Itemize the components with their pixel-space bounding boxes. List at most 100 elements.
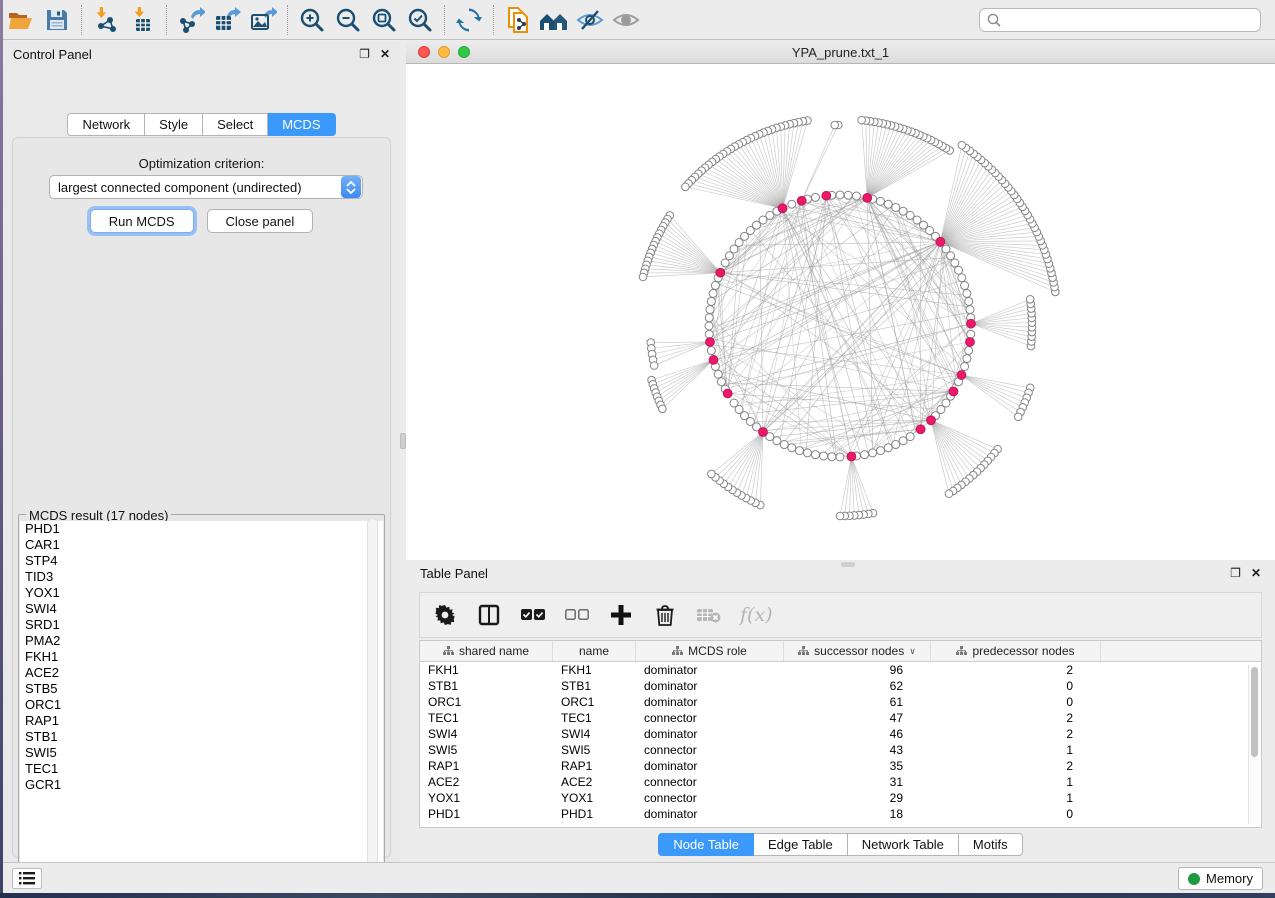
network-node[interactable]	[803, 449, 811, 457]
network-node[interactable]	[828, 453, 836, 461]
network-node[interactable]	[831, 121, 839, 129]
network-node[interactable]	[706, 306, 714, 314]
network-node[interactable]	[899, 207, 907, 215]
table-row[interactable]: RAP1RAP1dominator352	[420, 758, 1261, 774]
float-window-icon[interactable]: ❐	[359, 48, 370, 60]
close-panel-button[interactable]: Close panel	[207, 209, 314, 233]
mcds-result-list[interactable]: PHD1CAR1STP4TID3YOX1SWI4SRD1PMA2FKH1ACE2…	[20, 521, 383, 878]
mcds-result-item[interactable]: STP4	[20, 553, 383, 569]
table-row[interactable]: YOX1YOX1connector291	[420, 790, 1261, 806]
search-input[interactable]	[1002, 10, 1260, 30]
table-scrollbar-thumb[interactable]	[1251, 667, 1258, 757]
network-node[interactable]	[659, 405, 667, 413]
table-row[interactable]: FKH1FKH1dominator962	[420, 662, 1261, 678]
criterion-select[interactable]: largest connected component (undirected)	[49, 175, 363, 199]
network-node[interactable]	[958, 274, 966, 282]
network-node[interactable]	[945, 490, 953, 498]
table-row[interactable]: STB1STB1dominator620	[420, 678, 1261, 694]
network-node[interactable]	[844, 191, 852, 199]
export-table-icon[interactable]	[212, 6, 242, 34]
network-node[interactable]	[788, 200, 796, 208]
network-node[interactable]	[967, 330, 975, 338]
import-table-icon[interactable]	[127, 6, 157, 34]
network-node[interactable]	[884, 444, 892, 452]
network-node[interactable]	[892, 203, 900, 211]
network-node[interactable]	[717, 378, 725, 386]
table-row[interactable]: PHD1PHD1dominator180	[420, 806, 1261, 822]
mcds-result-item[interactable]: PHD1	[20, 521, 383, 537]
first-neighbors-icon[interactable]	[539, 6, 569, 34]
dominator-node[interactable]	[927, 416, 936, 425]
mcds-result-item[interactable]: CAR1	[20, 537, 383, 553]
dominator-node[interactable]	[709, 356, 718, 365]
dominator-node[interactable]	[966, 338, 975, 347]
dominator-node[interactable]	[967, 319, 976, 328]
network-node[interactable]	[811, 451, 819, 459]
memory-button[interactable]: Memory	[1178, 867, 1263, 890]
mcds-result-item[interactable]: SWI5	[20, 745, 383, 761]
tab-network-table[interactable]: Network Table	[848, 833, 959, 856]
network-node[interactable]	[966, 306, 974, 314]
close-panel-icon[interactable]: ✕	[1251, 567, 1261, 579]
task-history-button[interactable]	[12, 868, 42, 889]
dominator-node[interactable]	[716, 268, 725, 277]
mcds-result-item[interactable]: SWI4	[20, 601, 383, 617]
split-view-icon[interactable]	[476, 602, 502, 628]
function-builder-icon[interactable]: f(x)	[740, 604, 773, 626]
mcds-result-item[interactable]: SRD1	[20, 617, 383, 633]
mcds-result-item[interactable]: PMA2	[20, 633, 383, 649]
dominator-node[interactable]	[863, 193, 872, 202]
hide-selected-icon[interactable]	[575, 6, 605, 34]
network-node[interactable]	[963, 355, 971, 363]
zoom-fit-icon[interactable]	[369, 6, 399, 34]
panel-resize-grip[interactable]	[841, 562, 855, 567]
dominator-node[interactable]	[957, 371, 966, 380]
network-node[interactable]	[709, 289, 717, 297]
dominator-node[interactable]	[778, 204, 787, 213]
zoom-selected-icon[interactable]	[405, 6, 435, 34]
close-panel-icon[interactable]: ✕	[380, 48, 390, 60]
tab-network[interactable]: Network	[67, 113, 145, 136]
network-node[interactable]	[650, 362, 658, 370]
dominator-node[interactable]	[822, 191, 831, 200]
export-network-icon[interactable]	[176, 6, 206, 34]
network-node[interactable]	[951, 259, 959, 267]
network-node[interactable]	[876, 197, 884, 205]
add-column-icon[interactable]	[608, 602, 634, 628]
network-node[interactable]	[705, 330, 713, 338]
network-node[interactable]	[714, 370, 722, 378]
network-window-titlebar[interactable]: YPA_prune.txt_1	[406, 41, 1275, 64]
network-node[interactable]	[721, 259, 729, 267]
zoom-in-icon[interactable]	[297, 6, 327, 34]
network-node[interactable]	[796, 447, 804, 455]
network-node[interactable]	[705, 314, 713, 322]
network-node[interactable]	[892, 441, 900, 449]
mcds-result-item[interactable]: TID3	[20, 569, 383, 585]
run-mcds-button[interactable]: Run MCDS	[90, 209, 194, 233]
network-node[interactable]	[773, 437, 781, 445]
network-node[interactable]	[906, 433, 914, 441]
network-node[interactable]	[836, 453, 844, 461]
network-node[interactable]	[858, 116, 866, 124]
network-node[interactable]	[869, 449, 877, 457]
table-scrollbar[interactable]	[1248, 665, 1259, 824]
mcds-result-item[interactable]: ORC1	[20, 697, 383, 713]
network-node[interactable]	[836, 512, 844, 520]
network-node[interactable]	[708, 470, 716, 478]
gear-icon[interactable]	[432, 602, 458, 628]
network-node[interactable]	[906, 211, 914, 219]
mcds-result-item[interactable]: STB1	[20, 729, 383, 745]
dominator-node[interactable]	[949, 387, 958, 396]
network-node[interactable]	[788, 444, 796, 452]
network-node[interactable]	[707, 297, 715, 305]
dominator-node[interactable]	[847, 452, 856, 461]
network-node[interactable]	[1026, 295, 1034, 303]
column-header-name[interactable]: name	[553, 641, 636, 661]
network-node[interactable]	[884, 200, 892, 208]
network-node[interactable]	[876, 447, 884, 455]
open-file-icon[interactable]	[6, 6, 36, 34]
refresh-icon[interactable]	[454, 6, 484, 34]
network-node[interactable]	[780, 441, 788, 449]
dominator-node[interactable]	[797, 196, 806, 205]
mcds-result-item[interactable]: GCR1	[20, 777, 383, 793]
